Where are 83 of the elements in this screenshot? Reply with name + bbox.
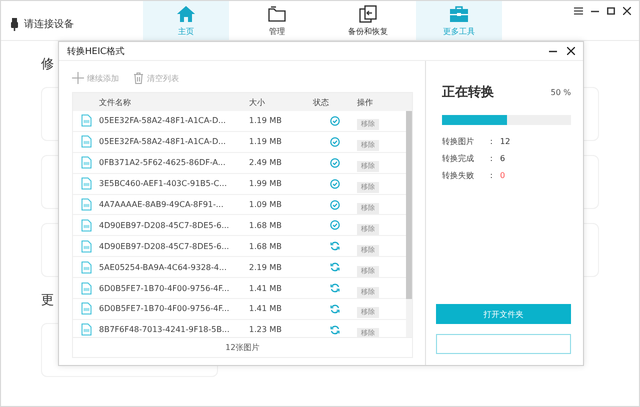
stat-separator: : [490,171,494,180]
check-circle-icon [330,220,340,230]
plus-icon [72,72,84,84]
usb-icon [11,18,18,30]
file-size: 1.68 MB [249,220,283,230]
file-name: 4A7AAAAE-8AB9-49CA-8F91-... [99,200,225,209]
file-icon [80,198,92,211]
file-size: 1.41 MB [249,304,283,314]
column-header: 状态 [313,96,330,108]
progress-percent: 50 % [550,88,571,96]
file-icon [80,156,92,170]
file-size: 1.19 MB [249,137,283,146]
scrollbar-thumb[interactable] [406,111,412,299]
nav-tab[interactable]: 备份和恢复 [325,1,411,40]
stat-value: 0 [500,171,506,180]
file-name: 05EE32FA-58A2-48F1-A1CA-D... [99,137,227,146]
file-size: 1.23 MB [249,325,283,334]
close-icon[interactable] [623,7,631,15]
stat-label: 转换完成 [442,153,475,164]
toolbar-button[interactable]: 继续添加 [72,72,119,84]
stat-value: 12 [500,137,512,146]
file-size: 1.09 MB [249,200,283,209]
file-name: 4D90EB97-D208-45C7-8DE5-6... [99,242,230,251]
section-heading: 修 [41,56,54,73]
refresh-icon [330,283,340,294]
stat-label: 转换图片 [442,136,475,147]
file-size: 1.19 MB [249,116,283,126]
file-icon [80,114,92,128]
nav-tab[interactable]: 管理 [234,1,320,40]
file-icon [80,260,92,274]
file-icon [80,177,92,190]
file-name: 05EE32FA-58A2-48F1-A1CA-D... [99,116,227,126]
file-name: 6D0B5FE7-1B70-4F00-9756-4F... [99,304,230,314]
check-circle-icon [330,158,340,168]
stat-value: 6 [500,154,506,163]
refresh-icon [330,262,340,272]
menu-icon[interactable] [574,7,583,15]
file-icon [80,135,92,148]
file-name: 5AE05254-BA9A-4C64-9328-4... [99,262,228,272]
file-size: 1.68 MB [249,242,283,251]
file-name: 6D0B5FE7-1B70-4F00-9756-4F... [99,284,230,293]
stat-separator: : [490,154,494,163]
file-count: 12张图片 [73,337,412,357]
stat-label: 转换失败 [442,170,475,181]
column-header: 文件名称 [99,96,132,108]
file-name: 4D90EB97-D208-45C7-8DE5-6... [99,220,230,230]
device-status: 请连接设备 [24,18,74,31]
refresh-icon [330,304,340,314]
check-circle-icon [330,116,340,126]
maximize-icon[interactable] [607,7,615,15]
file-icon [80,240,92,253]
toolbar-button[interactable]: 清空列表 [133,72,179,84]
toolbox-icon [449,5,469,23]
nav-tab[interactable]: 主页 [143,1,229,40]
column-header: 操作 [357,96,374,108]
refresh-icon [330,241,340,252]
folder-icon [267,5,287,23]
section-heading: 更 [41,292,54,309]
dialog-title: 转换HEIC格式 [67,46,124,58]
refresh-icon [330,324,340,335]
file-size: 2.19 MB [249,262,283,272]
file-size: 2.49 MB [249,158,283,168]
trash-icon [133,72,144,84]
file-icon [80,302,92,316]
check-circle-icon [330,136,340,147]
file-size: 1.41 MB [249,284,283,293]
check-circle-icon [330,178,340,189]
open-folder-button[interactable]: 打开文件夹 [436,304,571,324]
backup-icon [359,5,377,23]
column-header: 大小 [249,96,266,108]
file-icon [80,282,92,295]
close-icon[interactable] [567,47,575,55]
file-icon [80,218,92,232]
stat-separator: : [490,137,494,146]
home-icon [176,5,196,23]
file-name: 8B7F6F48-7013-4241-9F18-5B... [99,325,230,334]
file-icon [80,323,92,336]
file-size: 1.99 MB [249,179,283,188]
file-name: 3E5BC460-AEF1-403C-91B5-C... [99,179,228,188]
check-circle-icon [330,200,340,210]
file-name: 0FB371A2-5F62-4625-86DF-A... [99,158,227,168]
nav-tab[interactable]: 更多工具 [416,1,502,40]
progress-title: 正在转换 [442,84,494,101]
